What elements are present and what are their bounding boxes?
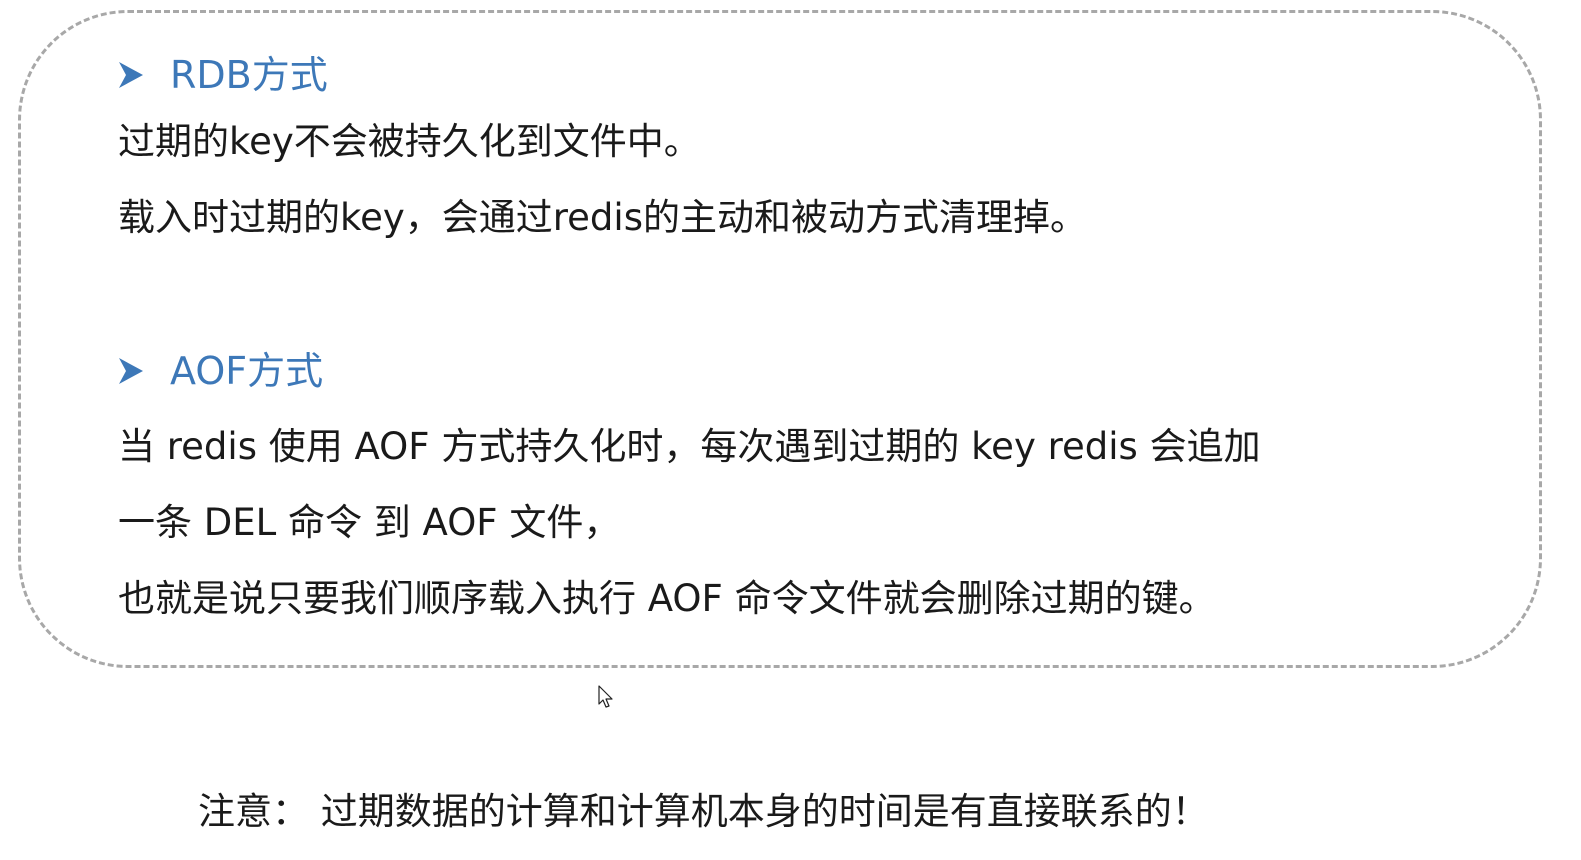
aof-line-3: 也就是说只要我们顺序载入执行 AOF 命令文件就会删除过期的键。 — [118, 577, 1216, 620]
aof-heading: AOF方式 — [118, 352, 323, 390]
mouse-pointer-icon — [598, 685, 614, 709]
aof-line-1: 当 redis 使用 AOF 方式持久化时，每次遇到过期的 key redis … — [118, 425, 1261, 468]
content-frame — [18, 10, 1542, 668]
rdb-line-2: 载入时过期的key，会通过redis的主动和被动方式清理掉。 — [118, 196, 1087, 239]
arrow-bullet-icon — [118, 60, 144, 90]
aof-line-2: 一条 DEL 命令 到 AOF 文件， — [118, 501, 621, 544]
note-text: 注意： 过期数据的计算和计算机本身的时间是有直接联系的！ — [198, 790, 1209, 833]
rdb-heading: RDB方式 — [118, 56, 328, 94]
aof-heading-text: AOF方式 — [170, 349, 324, 393]
rdb-heading-text: RDB方式 — [170, 53, 328, 97]
rdb-line-1: 过期的key不会被持久化到文件中。 — [118, 120, 701, 163]
arrow-bullet-icon — [118, 356, 144, 386]
